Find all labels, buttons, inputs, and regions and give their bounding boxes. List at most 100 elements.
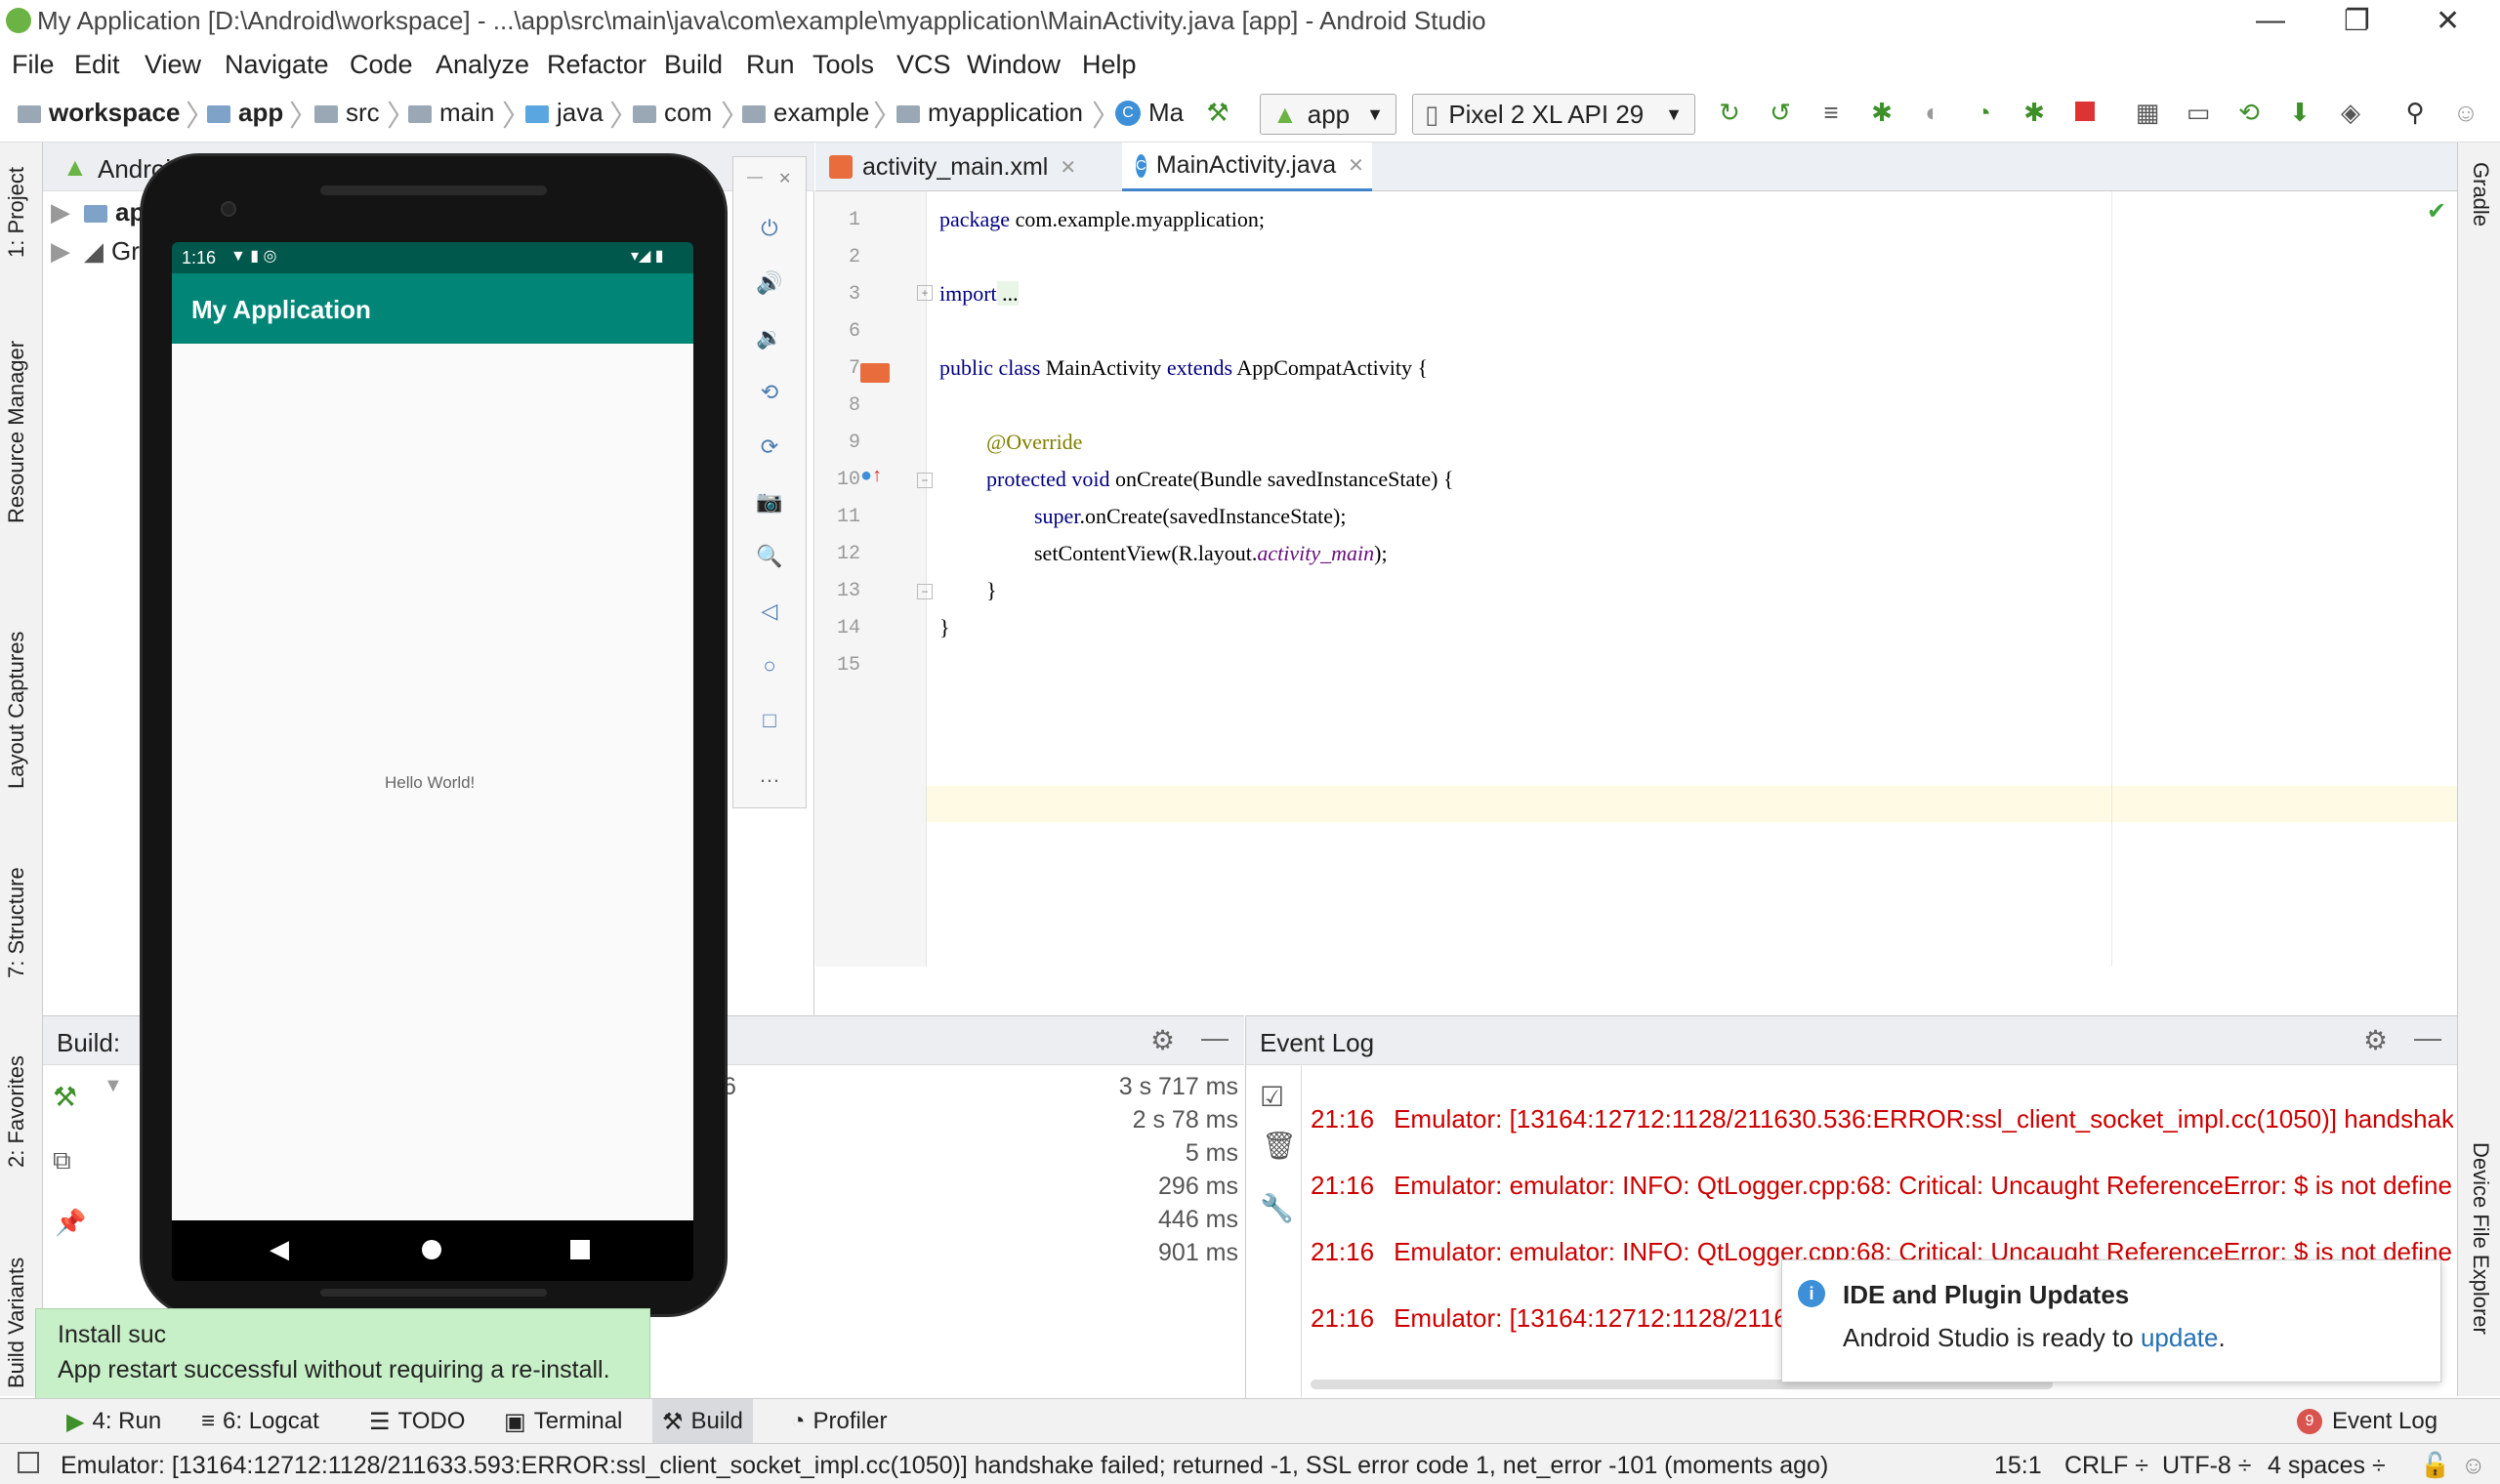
minimize-panel-icon[interactable]: —	[2414, 1022, 2441, 1053]
breadcrumb-mainactivity[interactable]: C Ma	[1115, 98, 1184, 128]
power-icon[interactable]: ⏻	[733, 216, 806, 241]
breadcrumb-com[interactable]: com	[633, 98, 712, 128]
tab-mainactivity-java[interactable]: C MainActivity.java ✕	[1122, 143, 1372, 191]
breadcrumb-app[interactable]: app	[207, 98, 283, 128]
indent-setting[interactable]: 4 spaces ÷	[2268, 1452, 2386, 1480]
close-button[interactable]: ✕	[2436, 4, 2460, 38]
code-line[interactable]: @Override	[986, 430, 1082, 455]
apply-code-changes-icon[interactable]: ≡	[1816, 98, 1846, 127]
run-config-select[interactable]: ▲ app ▼	[1260, 94, 1396, 135]
tab-profiler[interactable]: ◔ Profiler	[781, 1399, 897, 1444]
tab-resource-manager[interactable]: Resource Manager	[4, 341, 29, 523]
home-icon[interactable]: ○	[733, 653, 806, 679]
menu-edit[interactable]: Edit	[74, 50, 120, 80]
fold-icon[interactable]: +	[917, 285, 933, 301]
menu-file[interactable]: File	[12, 50, 55, 80]
fold-icon[interactable]: −	[917, 473, 933, 488]
menu-tools[interactable]: Tools	[812, 50, 874, 80]
tab-layout-captures[interactable]: Layout Captures	[4, 632, 29, 789]
tree-item-gradle[interactable]: ▶ ◢ Gr	[51, 236, 140, 267]
close-tab-icon[interactable]: ✕	[1060, 155, 1076, 180]
more-icon[interactable]: …	[733, 763, 806, 788]
wrench-icon[interactable]: 🔧	[1260, 1192, 1294, 1224]
tab-activity-main-xml[interactable]: activity_main.xml ✕	[815, 143, 1101, 191]
breadcrumb-main[interactable]: main	[408, 98, 494, 128]
emulator-minimize-icon[interactable]: —	[747, 169, 763, 186]
tab-structure[interactable]: 7: Structure	[4, 867, 29, 978]
tab-logcat[interactable]: ≡ 6: Logcat	[191, 1399, 329, 1444]
menu-help[interactable]: Help	[1082, 50, 1137, 80]
avd-manager-icon[interactable]: ▭	[2184, 98, 2213, 127]
line-separator[interactable]: CRLF ÷	[2064, 1452, 2148, 1480]
menu-window[interactable]: Window	[967, 50, 1061, 80]
log-entry[interactable]: 21:16 Emulator: [13164:12712:1128/211630.…	[1311, 1104, 2453, 1134]
related-layout-gutter-icon[interactable]	[860, 363, 890, 383]
overview-icon[interactable]: □	[733, 708, 806, 733]
breadcrumb-myapplication[interactable]: myapplication	[896, 98, 1083, 128]
sdk-manager-icon[interactable]: ⬇	[2285, 98, 2314, 127]
tab-build[interactable]: ⚒ Build	[652, 1399, 753, 1444]
search-icon[interactable]: ⚲	[2400, 98, 2430, 127]
tab-run[interactable]: ▶ 4: Run	[57, 1399, 171, 1444]
code-line[interactable]: import ...	[939, 281, 1019, 307]
menu-run[interactable]: Run	[746, 50, 795, 80]
menu-code[interactable]: Code	[350, 50, 413, 80]
code-line[interactable]: public class MainActivity extends AppCom…	[939, 355, 1428, 381]
gear-icon[interactable]: ⚙	[1150, 1024, 1175, 1056]
apply-changes-icon[interactable]: ↺	[1766, 98, 1795, 127]
caret-position[interactable]: 15:1	[1994, 1452, 2042, 1480]
menu-view[interactable]: View	[145, 50, 201, 80]
override-gutter-icon[interactable]: ●↑	[860, 465, 882, 487]
breadcrumb-src[interactable]: src	[314, 98, 380, 128]
restore-button[interactable]: ❐	[2344, 4, 2370, 38]
rotate-right-icon[interactable]: ⟳	[733, 434, 806, 460]
menu-build[interactable]: Build	[664, 50, 723, 80]
sync-gradle-icon[interactable]: ⟲	[2234, 98, 2264, 127]
update-link[interactable]: update	[2141, 1323, 2219, 1352]
volume-down-icon[interactable]: 🔉	[733, 325, 806, 350]
update-notification[interactable]: i IDE and Plugin Updates Android Studio …	[1781, 1259, 2441, 1382]
code-line[interactable]: package com.example.myapplication;	[939, 207, 1265, 232]
tab-favorites[interactable]: 2: Favorites	[4, 1055, 29, 1168]
tab-project[interactable]: 1: Project	[4, 167, 29, 258]
inspector-icon[interactable]: ☺	[2461, 1452, 2486, 1480]
menu-vcs[interactable]: VCS	[896, 50, 951, 80]
tab-event-log[interactable]: 9 Event Log	[2287, 1399, 2447, 1444]
debug-icon[interactable]: ✱	[1867, 98, 1896, 127]
hammer-build-icon[interactable]: ⚒	[1203, 98, 1232, 127]
code-line[interactable]: }	[939, 615, 950, 640]
code-line[interactable]: setContentView(R.layout.activity_main);	[1034, 541, 1388, 566]
back-icon[interactable]: ◀	[270, 1234, 289, 1264]
plugins-icon[interactable]: ◈	[2336, 98, 2365, 127]
mark-read-icon[interactable]: ☑	[1260, 1081, 1284, 1113]
status-panel-icon[interactable]	[18, 1452, 39, 1473]
stop-icon[interactable]	[2070, 98, 2100, 127]
pin-icon[interactable]: 📌	[55, 1208, 86, 1238]
code-line[interactable]: }	[986, 578, 997, 603]
toggle-view-icon[interactable]: ⧉	[53, 1145, 71, 1176]
profile-icon[interactable]: ◔	[1969, 98, 1998, 127]
phone-screen[interactable]: 1:16 ▼ ▮ ◎ ▾◢ ▮ My Application Hello Wor…	[172, 242, 693, 1281]
home-icon[interactable]	[422, 1240, 441, 1259]
menu-analyze[interactable]: Analyze	[436, 50, 529, 80]
log-entry[interactable]: 21:16 Emulator: [13164:12712:1128/2116	[1311, 1303, 1789, 1334]
tab-todo[interactable]: ☰ TODO	[359, 1399, 475, 1444]
file-encoding[interactable]: UTF-8 ÷	[2162, 1452, 2252, 1480]
menu-navigate[interactable]: Navigate	[225, 50, 329, 80]
lock-icon[interactable]: 🔓	[2420, 1452, 2450, 1480]
collapse-arrow-icon[interactable]: ▼	[104, 1075, 123, 1097]
camera-icon[interactable]: 📷	[733, 489, 806, 515]
project-structure-icon[interactable]: ▦	[2133, 98, 2162, 127]
menu-refactor[interactable]: Refactor	[547, 50, 646, 80]
tab-terminal[interactable]: ▣ Terminal	[494, 1399, 632, 1444]
rotate-left-icon[interactable]: ⟲	[733, 380, 806, 405]
breadcrumb-example[interactable]: example	[742, 98, 869, 128]
status-message[interactable]: Emulator: [13164:12712:1128/211633.593:E…	[61, 1452, 1828, 1480]
zoom-icon[interactable]: 🔍	[733, 544, 806, 569]
recents-icon[interactable]	[570, 1240, 590, 1259]
tab-device-file-explorer[interactable]: Device File Explorer	[2468, 1142, 2493, 1335]
back-icon[interactable]: ◁	[733, 598, 806, 624]
code-line[interactable]: protected void onCreate(Bundle savedInst…	[986, 467, 1454, 492]
minimize-button[interactable]: —	[2256, 4, 2285, 37]
breadcrumb-workspace[interactable]: workspace	[18, 98, 180, 128]
